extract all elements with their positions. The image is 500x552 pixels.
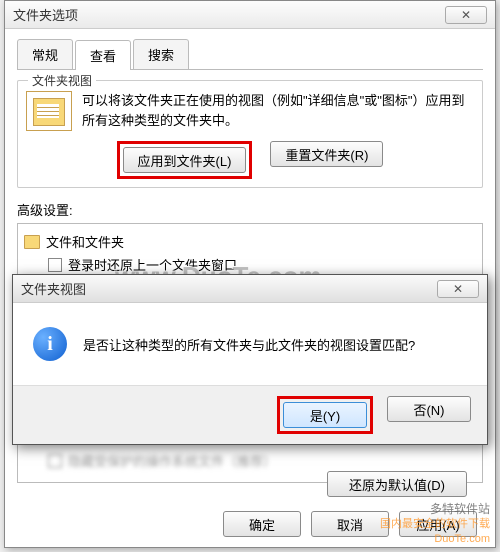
folder-icon — [26, 91, 72, 131]
dialog-body: i 是否让这种类型的所有文件夹与此文件夹的视图设置匹配? — [13, 303, 487, 385]
folder-view-group: 文件夹视图 可以将该文件夹正在使用的视图（例如"详细信息"或"图标"）应用到所有… — [17, 80, 483, 188]
yes-button[interactable]: 是(Y) — [283, 402, 367, 428]
tree-root-files-folders[interactable]: 文件和文件夹 — [24, 230, 476, 253]
close-button[interactable]: ✕ — [445, 6, 487, 24]
restore-defaults-row: 还原为默认值(D) — [327, 471, 467, 497]
highlight-yes-button: 是(Y) — [277, 396, 373, 434]
dialog-footer: 是(Y) 否(N) — [13, 385, 487, 444]
main-title-bar: 文件夹选项 ✕ — [5, 1, 495, 29]
restore-defaults-button[interactable]: 还原为默认值(D) — [327, 471, 467, 497]
tree-item-blurred-hidden: 隐藏受保护的操作系统文件（推荐） — [24, 449, 476, 472]
tree-item-restore-windows[interactable]: 登录时还原上一个文件夹窗口 — [24, 253, 476, 276]
tree-item-label: 登录时还原上一个文件夹窗口 — [68, 255, 237, 274]
tree-root-label: 文件和文件夹 — [46, 232, 124, 251]
apply-button[interactable]: 应用(A) — [399, 511, 477, 537]
cancel-button[interactable]: 取消 — [311, 511, 389, 537]
view-buttons-row: 应用到文件夹(L) 重置文件夹(R) — [26, 141, 474, 179]
no-button[interactable]: 否(N) — [387, 396, 471, 422]
view-desc-row: 可以将该文件夹正在使用的视图（例如"详细信息"或"图标"）应用到所有这种类型的文… — [26, 91, 474, 131]
tab-search[interactable]: 搜索 — [133, 39, 189, 69]
group-legend: 文件夹视图 — [28, 72, 96, 89]
tab-strip: 常规 查看 搜索 — [17, 39, 483, 70]
dialog-title: 文件夹视图 — [21, 279, 86, 298]
info-icon: i — [33, 327, 67, 361]
highlight-apply-to-folders: 应用到文件夹(L) — [117, 141, 253, 179]
dialog-close-button[interactable]: ✕ — [437, 280, 479, 298]
dialog-title-bar: 文件夹视图 ✕ — [13, 275, 487, 303]
reset-folders-button[interactable]: 重置文件夹(R) — [270, 141, 383, 167]
tab-view[interactable]: 查看 — [75, 40, 131, 70]
main-window-title: 文件夹选项 — [13, 5, 78, 24]
view-description: 可以将该文件夹正在使用的视图（例如"详细信息"或"图标"）应用到所有这种类型的文… — [82, 91, 474, 130]
bottom-button-row: 确定 取消 应用(A) — [223, 511, 477, 537]
checkbox-icon — [48, 454, 62, 468]
apply-to-folders-button[interactable]: 应用到文件夹(L) — [123, 147, 247, 173]
folder-small-icon — [24, 235, 40, 249]
advanced-label: 高级设置: — [17, 200, 483, 219]
tab-general[interactable]: 常规 — [17, 39, 73, 69]
ok-button[interactable]: 确定 — [223, 511, 301, 537]
checkbox-icon[interactable] — [48, 258, 62, 272]
tree-item-label: 隐藏受保护的操作系统文件（推荐） — [68, 451, 276, 470]
dialog-message: 是否让这种类型的所有文件夹与此文件夹的视图设置匹配? — [83, 335, 415, 354]
confirm-dialog: 文件夹视图 ✕ i 是否让这种类型的所有文件夹与此文件夹的视图设置匹配? 是(Y… — [12, 274, 488, 445]
